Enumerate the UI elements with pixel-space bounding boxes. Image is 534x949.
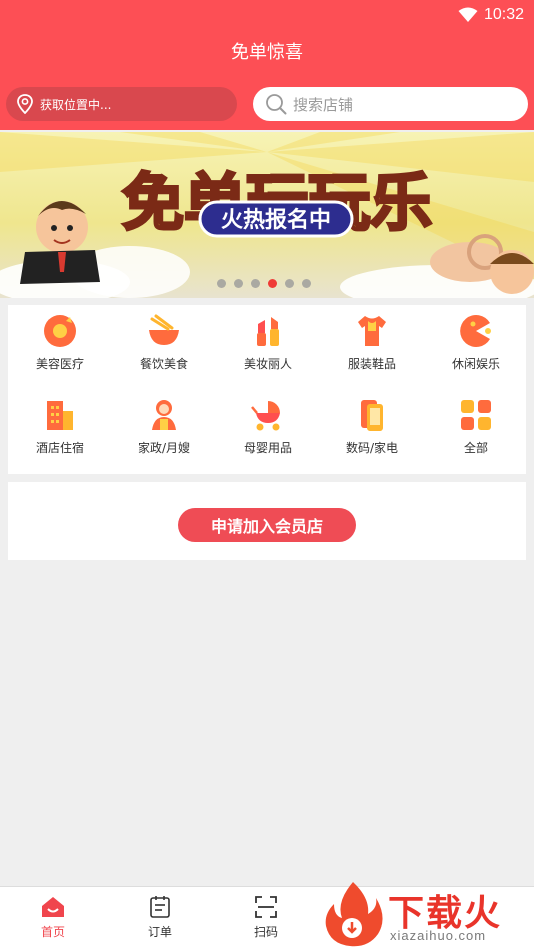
category-label: 美容医疗 [35, 357, 84, 371]
join-member-section: 申请加入会员店 [8, 482, 526, 560]
app-header: 10:32 免单惊喜 获取位置中... 搜索店铺 [0, 0, 534, 130]
promo-banner[interactable]: 免单玩玩乐 火热报名中 [0, 132, 534, 298]
category-label: 餐饮美食 [139, 357, 188, 371]
category-housekeeping[interactable]: 家政/月嫂 [112, 397, 216, 456]
category-label: 家政/月嫂 [137, 441, 191, 455]
category-label: 美妆丽人 [243, 357, 292, 371]
banner-dot[interactable] [302, 279, 311, 288]
search-input[interactable]: 搜索店铺 [253, 87, 528, 121]
page-title: 免单惊喜 [231, 42, 303, 63]
category-baby[interactable]: 母婴用品 [216, 397, 320, 456]
category-label: 数码/家电 [345, 441, 399, 455]
location-pin-icon [17, 94, 33, 114]
category-label: 服装鞋品 [347, 357, 396, 371]
status-time: 10:32 [483, 6, 524, 23]
category-label: 休闲娱乐 [451, 357, 500, 371]
status-bar: 10:32 [458, 4, 524, 26]
search-icon [266, 94, 287, 115]
scan-icon [255, 896, 277, 918]
category-label: 母婴用品 [243, 441, 292, 455]
tab-orders[interactable]: 订单 [120, 895, 200, 940]
clothing-icon [358, 316, 386, 346]
banner-tag: 火热报名中 [221, 207, 331, 233]
category-leisure[interactable]: 休闲娱乐 [424, 313, 528, 372]
category-hotel[interactable]: 酒店住宿 [8, 397, 112, 456]
banner-dot[interactable] [251, 279, 260, 288]
tab-home[interactable]: 首页 [13, 895, 93, 940]
wifi-icon [458, 7, 478, 22]
category-beauty-medical[interactable]: 美容医疗 [8, 313, 112, 372]
watermark-flame-icon [325, 882, 383, 947]
order-icon [150, 896, 170, 918]
location-selector[interactable]: 获取位置中... [6, 87, 237, 121]
watermark: 下载火 xiazaihuo.com [318, 878, 534, 949]
category-label: 酒店住宿 [35, 441, 84, 455]
category-cosmetics[interactable]: 美妆丽人 [216, 313, 320, 372]
search-placeholder: 搜索店铺 [293, 95, 354, 114]
banner-artwork: 免单玩玩乐 火热报名中 [0, 132, 534, 298]
pacman-icon [460, 315, 491, 347]
tab-label: 扫码 [253, 925, 278, 939]
tab-scan[interactable]: 扫码 [226, 895, 306, 940]
banner-pagination [217, 279, 311, 288]
phone-icon [361, 400, 383, 431]
banner-dot[interactable] [234, 279, 243, 288]
watermark-url: xiazaihuo.com [390, 928, 487, 943]
grid-all-icon [461, 400, 491, 430]
housekeeper-icon [152, 400, 176, 430]
category-all[interactable]: 全部 [424, 397, 528, 456]
category-label: 全部 [463, 441, 488, 455]
banner-dot[interactable] [285, 279, 294, 288]
category-digital[interactable]: 数码/家电 [320, 397, 424, 456]
banner-dot[interactable] [268, 279, 277, 288]
home-icon [42, 897, 64, 917]
beauty-medical-icon [44, 315, 76, 347]
location-text: 获取位置中... [40, 97, 112, 112]
banner-dot[interactable] [217, 279, 226, 288]
lipstick-icon [257, 317, 279, 346]
category-food[interactable]: 餐饮美食 [112, 313, 216, 372]
stroller-icon [251, 401, 280, 431]
food-bowl-icon [149, 314, 179, 345]
tab-label: 订单 [147, 925, 172, 939]
join-member-button[interactable]: 申请加入会员店 [178, 508, 356, 542]
tab-label: 首页 [40, 925, 65, 939]
category-grid: 美容医疗 餐饮美食 美妆丽人 服装鞋品 休闲娱乐 酒店住宿 家政/月嫂 母婴用品… [8, 305, 526, 474]
category-clothing[interactable]: 服装鞋品 [320, 313, 424, 372]
hotel-icon [47, 401, 73, 430]
